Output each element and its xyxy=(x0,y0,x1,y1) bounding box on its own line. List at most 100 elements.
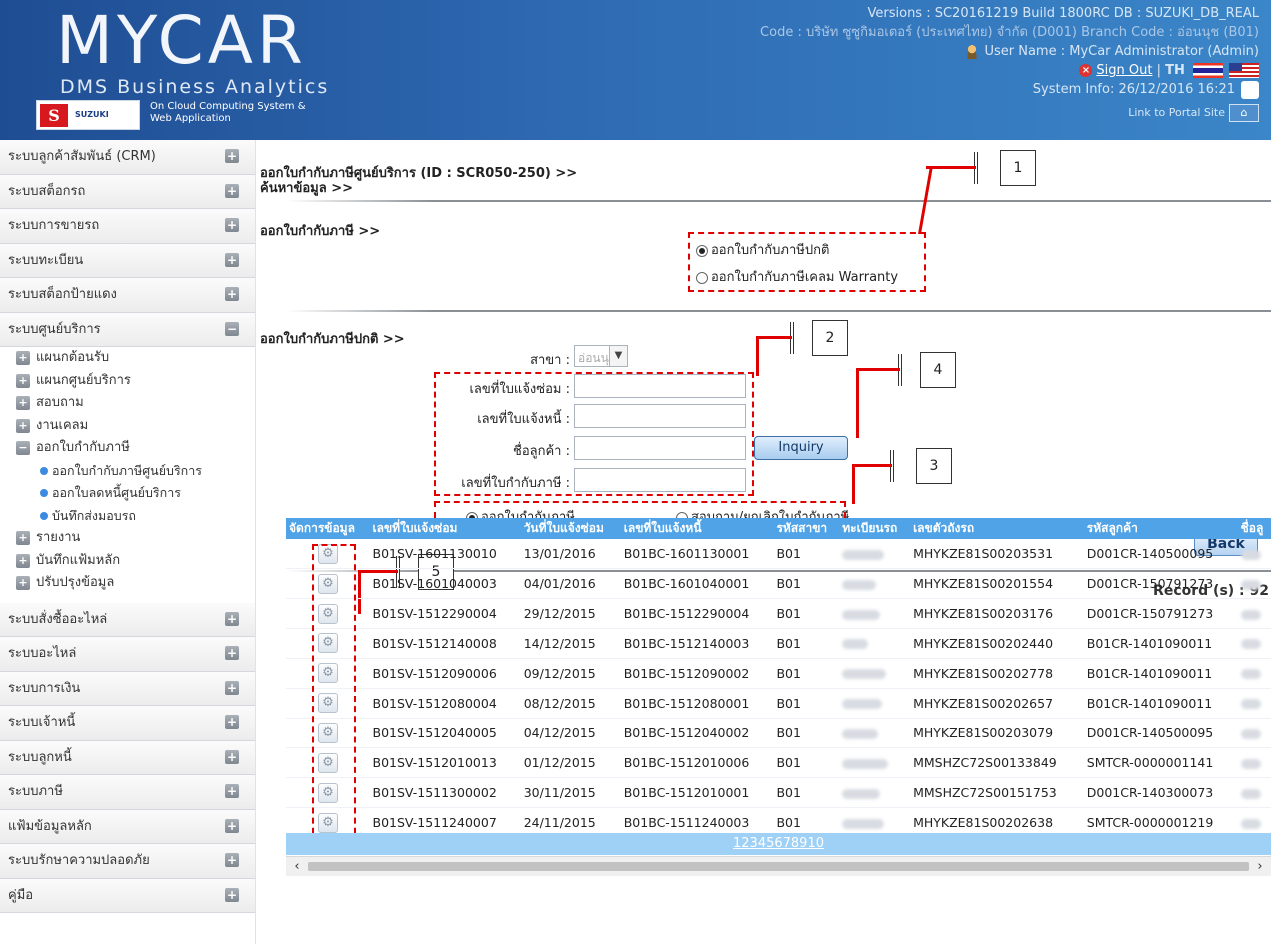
plate-cell-redacted xyxy=(839,658,911,689)
expand-icon[interactable]: + xyxy=(225,252,239,267)
table-row[interactable]: ⚙ B01SV-1601130010 13/01/2016 B01BC-1601130… xyxy=(286,539,1271,570)
column-header[interactable]: เลขที่ใบแจ้งหนี้ xyxy=(620,518,774,539)
column-header[interactable]: รหัสสาขา xyxy=(773,518,840,539)
column-header[interactable]: วันที่ใบแจ้งซ่อม xyxy=(520,518,621,539)
table-row[interactable]: ⚙ B01SV-1512080004 08/12/2015 B01BC-1512080… xyxy=(286,688,1271,719)
checkbox-icon[interactable] xyxy=(1241,80,1259,99)
table-cell: B01CR-1401090011 xyxy=(1083,628,1238,659)
sidebar-item[interactable]: ระบบสั่งซื้ออะไหล่ + xyxy=(0,602,255,637)
column-header[interactable]: เลขตัวถังรถ xyxy=(910,518,1084,539)
portal-link[interactable]: Link to Portal Site xyxy=(1128,106,1225,119)
expand-icon[interactable]: + xyxy=(225,183,239,198)
inquiry-button[interactable]: Inquiry xyxy=(754,436,848,460)
table-cell: B01CR-1401090011 xyxy=(1083,688,1238,719)
expand-icon[interactable]: + xyxy=(225,218,239,232)
column-header[interactable]: ทะเบียนรถ xyxy=(839,518,911,539)
expand-icon[interactable]: + xyxy=(225,749,239,764)
table-cell: 29/12/2015 xyxy=(520,598,621,630)
app-window: MYCAR DMS Business Analytics S SUZUKI On… xyxy=(0,0,1271,944)
column-header[interactable]: รหัสลูกค้า xyxy=(1083,518,1238,539)
thai-flag-icon[interactable] xyxy=(1193,63,1223,78)
sidebar-item[interactable]: ระบบทะเบียน + xyxy=(0,243,255,278)
collapse-icon[interactable]: − xyxy=(225,321,239,336)
expand-icon[interactable]: + xyxy=(225,680,239,695)
table-row[interactable]: ⚙ B01SV-1601040003 04/01/2016 B01BC-1601040… xyxy=(286,568,1271,600)
expand-icon[interactable]: + xyxy=(225,818,239,833)
portal-icon[interactable]: ⌂ xyxy=(1229,104,1259,122)
sidebar-item[interactable]: ระบบอะไหล่ + xyxy=(0,637,255,672)
sidebar-item[interactable]: คู่มือ + xyxy=(0,878,255,913)
column-header[interactable]: จัดการข้อมูล xyxy=(286,518,370,539)
sidebar-item[interactable]: ระบบสต็อกป้ายแดง + xyxy=(0,278,255,313)
sidebar-subsub-item[interactable]: ออกใบลดหนี้ศูนย์บริการ xyxy=(0,482,255,505)
column-header[interactable]: ชื่อลู xyxy=(1237,518,1271,539)
expand-icon[interactable]: + xyxy=(16,553,30,568)
sidebar-sub-item[interactable]: + แผนกต้อนรับ xyxy=(0,347,255,370)
expand-icon[interactable]: + xyxy=(225,287,239,301)
table-row[interactable]: ⚙ B01SV-1512040005 04/12/2015 B01BC-1512040… xyxy=(286,718,1271,749)
expand-icon[interactable]: + xyxy=(16,373,30,388)
redacted-value xyxy=(1240,669,1261,680)
table-row[interactable]: ⚙ B01SV-1512090006 09/12/2015 B01BC-1512090… xyxy=(286,658,1271,689)
expand-icon[interactable]: + xyxy=(225,784,239,798)
scroll-right-icon[interactable]: › xyxy=(1251,858,1269,876)
collapse-icon[interactable]: − xyxy=(16,441,30,455)
sidebar-item[interactable]: ระบบการขายรถ + xyxy=(0,209,255,244)
expand-icon[interactable]: + xyxy=(16,351,30,365)
table-row[interactable]: ⚙ B01SV-1511300002 30/11/2015 B01BC-1512010… xyxy=(286,777,1271,809)
expand-icon[interactable]: + xyxy=(225,646,239,660)
scroll-thumb[interactable] xyxy=(308,862,1249,871)
sidebar-item[interactable]: แฟ้มข้อมูลหลัก + xyxy=(0,809,255,844)
sidebar-sub-item[interactable]: + บันทึกแฟ้มหลัก xyxy=(0,550,255,573)
sidebar-subsub-item[interactable]: ออกใบกำกับภาษีศูนย์บริการ xyxy=(0,460,255,483)
sidebar-item-label: ระบบเจ้าหนี้ xyxy=(8,715,76,730)
page-links[interactable]: 12345678910 xyxy=(733,836,824,851)
sidebar-item[interactable]: ระบบสต็อกรถ + xyxy=(0,174,255,209)
sidebar-item-label: แฟ้มข้อมูลหลัก xyxy=(8,818,92,834)
column-header[interactable]: เลขที่ใบแจ้งซ่อม xyxy=(369,518,521,539)
expand-icon[interactable]: + xyxy=(225,611,239,626)
sidebar-item[interactable]: ระบบการเงิน + xyxy=(0,671,255,706)
name-cell-redacted xyxy=(1237,658,1271,689)
expand-icon[interactable]: + xyxy=(16,396,30,410)
expand-icon[interactable]: + xyxy=(225,853,239,867)
table-cell: B01BC-1601040001 xyxy=(620,568,774,600)
table-row[interactable]: ⚙ B01SV-1512290004 29/12/2015 B01BC-1512290… xyxy=(286,598,1271,630)
sidebar-item[interactable]: ระบบลูกค้าสัมพันธ์ (CRM) + xyxy=(0,140,255,175)
sidebar-item[interactable]: ระบบเจ้าหนี้ + xyxy=(0,706,255,741)
expand-icon[interactable]: + xyxy=(225,149,239,163)
lang-th[interactable]: TH xyxy=(1165,63,1185,78)
expand-icon[interactable]: + xyxy=(16,576,30,590)
sidebar-item[interactable]: ระบบลูกหนี้ + xyxy=(0,740,255,775)
logo-subtitle: DMS Business Analytics xyxy=(60,76,330,98)
table-cell: B01SV-1601130010 xyxy=(369,539,521,570)
chevron-down-icon[interactable]: ▼ xyxy=(609,346,627,366)
sidebar-sub-item[interactable]: + งานเคลม xyxy=(0,415,255,438)
company-line: Code : บริษัท ซูซูกิมอเตอร์ (ประเทศไทย) … xyxy=(760,25,1259,40)
scroll-left-icon[interactable]: ‹ xyxy=(288,858,306,876)
sidebar-sub-item[interactable]: − ออกใบกำกับภาษี xyxy=(0,437,255,460)
sign-out-link[interactable]: Sign Out xyxy=(1096,63,1152,78)
sidebar-sub-item[interactable]: + แผนกศูนย์บริการ xyxy=(0,370,255,393)
branch-select[interactable]: อ่อนนุช ▼ xyxy=(574,345,628,367)
expand-icon[interactable]: + xyxy=(225,887,239,902)
expand-icon[interactable]: + xyxy=(16,531,30,545)
sidebar-subsub-item[interactable]: บันทึกส่งมอบรถ xyxy=(0,505,255,528)
sidebar-item[interactable]: ระบบรักษาความปลอดภัย + xyxy=(0,844,255,879)
us-flag-icon[interactable] xyxy=(1229,63,1259,78)
redacted-value xyxy=(1240,609,1261,620)
sidebar-sub-item[interactable]: + รายงาน xyxy=(0,527,255,550)
table-row[interactable]: ⚙ B01SV-1512140008 14/12/2015 B01BC-1512140… xyxy=(286,628,1271,659)
table-row[interactable]: ⚙ B01SV-1512010013 01/12/2015 B01BC-1512010… xyxy=(286,747,1271,779)
sidebar-item[interactable]: ระบบภาษี + xyxy=(0,775,255,810)
sidebar-item[interactable]: ระบบศูนย์บริการ − xyxy=(0,312,255,347)
sidebar-sub-item[interactable]: + สอบถาม xyxy=(0,392,255,415)
table-body: ⚙ B01SV-1601130010 13/01/2016 B01BC-1601130… xyxy=(286,539,1271,838)
expand-icon[interactable]: + xyxy=(16,418,30,433)
expand-icon[interactable]: + xyxy=(225,715,239,729)
plate-cell-redacted xyxy=(839,718,911,749)
callout-1: 1 xyxy=(1000,150,1036,186)
horizontal-scrollbar[interactable]: ‹ › xyxy=(286,856,1271,876)
sidebar-sub-item[interactable]: + ปรับปรุงข้อมูล xyxy=(0,572,255,595)
